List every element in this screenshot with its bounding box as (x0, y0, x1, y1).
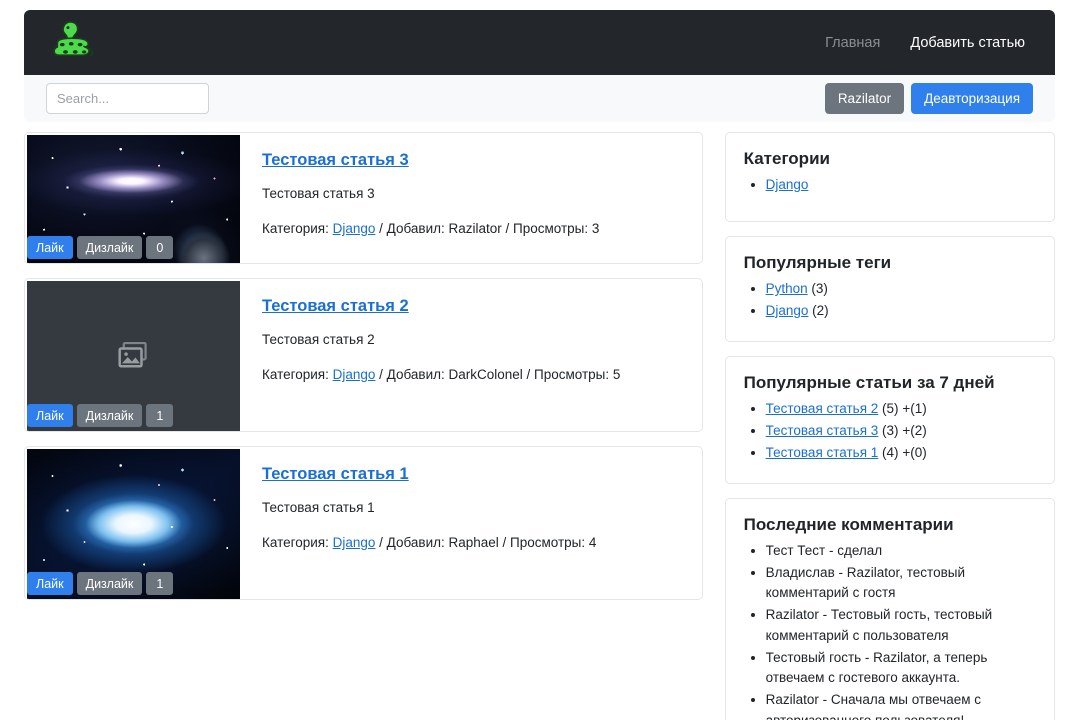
like-count-badge: 0 (146, 236, 174, 259)
article-description: Тестовая статья 1 (262, 500, 375, 515)
list-item: Тестовая статья 2 (5) +(1) (766, 399, 1036, 420)
article-card[interactable]: Лайк Дизлайк 0 Тестовая статья 3 Тестова… (24, 132, 703, 264)
meta-author-views: / Добавил: Raphael / Просмотры: (375, 535, 589, 550)
search-bar: Razilator Деавторизация (24, 75, 1055, 122)
meta-views-count: 3 (591, 221, 600, 236)
article-title-link[interactable]: Тестовая статья 1 (262, 465, 409, 484)
popular-views-delta: +(0) (902, 444, 927, 460)
account-actions: Razilator Деавторизация (824, 83, 1033, 114)
brand-logo-link[interactable] (46, 17, 98, 69)
popular-views-count: (3) (882, 422, 899, 438)
nav-link-add-article[interactable]: Добавить статью (910, 35, 1025, 51)
article-card[interactable]: Лайк Дизлайк 1 Тестовая статья 2 Тестова… (24, 278, 703, 432)
list-item: Razilator - Тестовый гость, тестовый ком… (766, 605, 1036, 646)
navbar-links: Главная Добавить статью (825, 35, 1033, 51)
article-description: Тестовая статья 2 (262, 332, 375, 347)
categories-list: Django (744, 175, 1036, 196)
panel-latest-comments: Последние комментарии Тест Тест - сделал… (724, 497, 1055, 720)
tag-link[interactable]: Django (766, 303, 809, 318)
panel-title-categories: Категории (743, 149, 830, 168)
meta-views-count: 4 (588, 535, 597, 550)
like-button[interactable]: Лайк (27, 236, 73, 259)
popular-views-delta: +(2) (902, 422, 927, 438)
article-body: Тестовая статья 1 Тестовая статья 1 Кате… (240, 447, 702, 599)
list-item: Владислав - Razilator, тестовый коммента… (766, 563, 1036, 604)
popular-article-link[interactable]: Тестовая статья 1 (766, 445, 879, 460)
panel-popular-articles: Популярные статьи за 7 дней Тестовая ста… (724, 355, 1055, 484)
meta-category-label: Категория: (262, 367, 333, 382)
like-button[interactable]: Лайк (27, 572, 73, 595)
article-body: Тестовая статья 2 Тестовая статья 2 Кате… (240, 279, 702, 431)
meta-views-count: 5 (612, 367, 621, 382)
panel-title-popular: Популярные статьи за 7 дней (743, 372, 995, 392)
list-item: Python (3) (766, 279, 1036, 300)
content-area: Лайк Дизлайк 0 Тестовая статья 3 Тестова… (24, 132, 1055, 720)
article-thumbnail-wrap: Лайк Дизлайк 0 (25, 133, 240, 263)
search-input[interactable] (46, 83, 209, 114)
meta-category-link[interactable]: Django (333, 535, 376, 550)
dislike-button[interactable]: Дизлайк (76, 404, 143, 427)
article-meta: Категория: Django / Добавил: Raphael / П… (262, 535, 684, 550)
image-placeholder-icon (117, 341, 147, 368)
popular-articles-list: Тестовая статья 2 (5) +(1) Тестовая стат… (744, 399, 1036, 464)
article-title-link[interactable]: Тестовая статья 2 (262, 297, 409, 316)
article-thumbnail-wrap: Лайк Дизлайк 1 (25, 447, 240, 599)
tag-link[interactable]: Python (766, 281, 808, 296)
article-card[interactable]: Лайк Дизлайк 1 Тестовая статья 1 Тестова… (24, 446, 703, 600)
like-controls: Лайк Дизлайк 1 (27, 572, 174, 595)
list-item: Тестовая статья 1 (4) +(0) (766, 443, 1036, 464)
like-controls: Лайк Дизлайк 0 (27, 236, 174, 259)
tags-list: Python (3) Django (2) (744, 279, 1036, 322)
article-body: Тестовая статья 3 Тестовая статья 3 Кате… (240, 133, 702, 263)
panel-categories: Категории Django (724, 132, 1055, 222)
tag-count: (3) (811, 281, 828, 296)
list-item: Тестовая статья 3 (3) +(2) (766, 421, 1036, 442)
like-button[interactable]: Лайк (27, 404, 73, 427)
article-description: Тестовая статья 3 (262, 186, 375, 201)
username-button[interactable]: Razilator (824, 83, 905, 114)
meta-category-link[interactable]: Django (333, 221, 376, 236)
list-item: Django (2) (766, 301, 1036, 322)
panel-title-comments: Последние комментарии (743, 514, 954, 534)
article-thumbnail-wrap: Лайк Дизлайк 1 (25, 279, 240, 431)
popular-article-link[interactable]: Тестовая статья 3 (766, 423, 879, 438)
meta-author-views: / Добавил: Razilator / Просмотры: (375, 221, 592, 236)
meta-category-label: Категория: (262, 221, 333, 236)
article-meta: Категория: Django / Добавил: Razilator /… (262, 221, 684, 236)
list-item: Django (766, 175, 1036, 196)
category-link[interactable]: Django (766, 177, 809, 192)
meta-category-link[interactable]: Django (333, 367, 376, 382)
sidebar: Категории Django Популярные теги Python … (724, 132, 1055, 720)
like-count-badge: 1 (146, 572, 174, 595)
panel-title-tags: Популярные теги (743, 253, 892, 272)
article-list: Лайк Дизлайк 0 Тестовая статья 3 Тестова… (24, 132, 703, 720)
like-controls: Лайк Дизлайк 1 (27, 404, 174, 427)
like-count-badge: 1 (146, 404, 174, 427)
page-root: Главная Добавить статью Razilator Деавто… (0, 0, 1075, 720)
dislike-button[interactable]: Дизлайк (76, 236, 143, 259)
list-item: Тестовый гость - Razilator, а теперь отв… (766, 648, 1036, 689)
list-item: Razilator - Сначала мы отвечаем с автори… (766, 690, 1036, 720)
article-meta: Категория: Django / Добавил: DarkColonel… (262, 367, 684, 382)
tag-count: (2) (812, 302, 829, 318)
article-title-link[interactable]: Тестовая статья 3 (262, 151, 409, 170)
popular-views-count: (4) (882, 444, 899, 460)
popular-article-link[interactable]: Тестовая статья 2 (766, 401, 879, 416)
comments-list: Тест Тест - сделал Владислав - Razilator… (744, 541, 1036, 720)
nav-link-home[interactable]: Главная (825, 35, 880, 51)
top-navbar: Главная Добавить статью (24, 10, 1055, 75)
meta-category-label: Категория: (262, 535, 333, 550)
meta-author-views: / Добавил: DarkColonel / Просмотры: (375, 367, 613, 382)
snake-logo-icon (53, 20, 94, 56)
popular-views-delta: +(1) (902, 400, 927, 416)
panel-popular-tags: Популярные теги Python (3) Django (2) (724, 236, 1055, 342)
dislike-button[interactable]: Дизлайк (76, 572, 143, 595)
logout-button[interactable]: Деавторизация (911, 83, 1033, 114)
list-item: Тест Тест - сделал (766, 541, 1036, 561)
popular-views-count: (5) (882, 400, 899, 416)
